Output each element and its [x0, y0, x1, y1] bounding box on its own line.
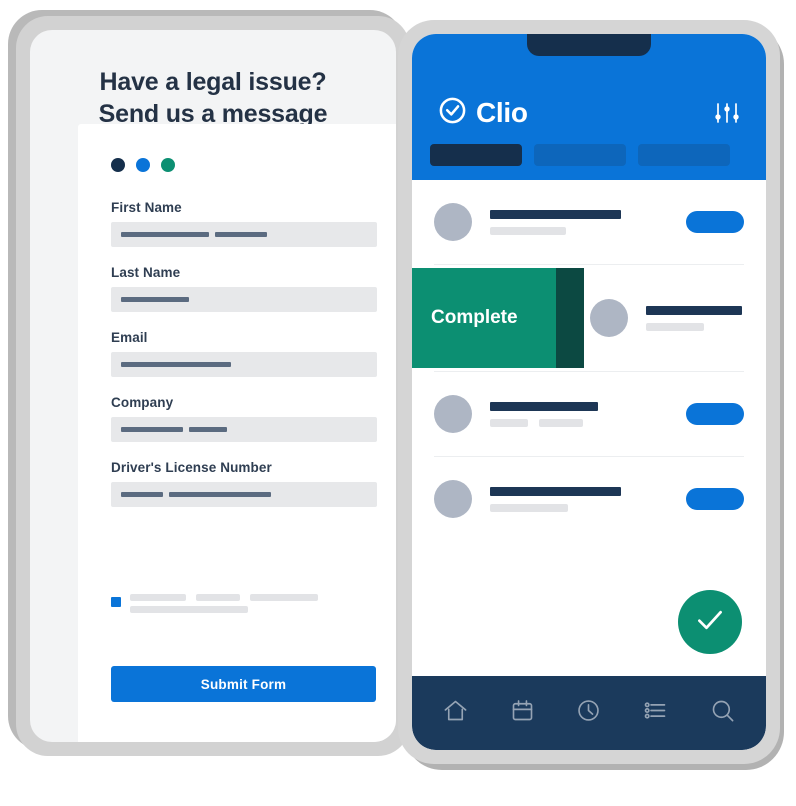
- header-tabs: [430, 144, 730, 166]
- consent-text-line: [130, 606, 318, 613]
- search-icon: [712, 700, 734, 722]
- page-title-line-1: Have a legal issue?: [99, 68, 327, 96]
- complete-fab-button[interactable]: [678, 590, 742, 654]
- text-placeholder-bar: [250, 594, 318, 601]
- list-item-text: [490, 486, 686, 512]
- list-item-subtitle-bar: [490, 503, 568, 512]
- marketing-device-mockup: Have a legal issue? Send us a message Fi…: [0, 0, 796, 806]
- swipe-complete-action[interactable]: Complete: [412, 268, 584, 368]
- list-item-subtitle: [646, 322, 766, 331]
- tab-primary[interactable]: [430, 144, 522, 166]
- list-item-subtitle: [490, 226, 686, 235]
- field-input[interactable]: [111, 482, 377, 507]
- tablet-screen: Have a legal issue? Send us a message Fi…: [30, 30, 396, 742]
- consent-text: [130, 594, 318, 613]
- field-input[interactable]: [111, 287, 377, 312]
- dot-navy: [111, 158, 125, 172]
- list-item-action-pill[interactable]: [686, 488, 744, 510]
- list-item-text: [646, 305, 766, 331]
- list-item-1[interactable]: [412, 180, 766, 264]
- consent-checkbox-row[interactable]: [111, 594, 373, 613]
- form-field: Company: [111, 395, 377, 442]
- list-item-title-bar: [490, 209, 621, 219]
- sliders-icon[interactable]: [714, 102, 740, 129]
- status-dots: [111, 158, 175, 172]
- list-item-text: [490, 209, 686, 235]
- list-item-2-swiped[interactable]: Complete: [412, 265, 766, 371]
- tab-secondary[interactable]: [534, 144, 626, 166]
- app-logo: Clio: [438, 96, 528, 130]
- field-input[interactable]: [111, 352, 377, 377]
- avatar: [434, 480, 472, 518]
- form-field: Driver's License Number: [111, 460, 377, 507]
- consent-text-line: [130, 594, 318, 601]
- field-label: Email: [111, 330, 148, 345]
- checkmark-icon: [693, 603, 727, 642]
- list-item-subtitle: [490, 418, 686, 427]
- field-input[interactable]: [111, 222, 377, 247]
- avatar: [434, 203, 472, 241]
- swipe-action-label: Complete: [431, 307, 518, 328]
- field-label: First Name: [111, 200, 182, 215]
- app-name: Clio: [476, 97, 528, 128]
- nav-search[interactable]: [709, 697, 736, 729]
- text-placeholder-bar: [130, 594, 186, 601]
- form-fields: First Name Last Name Email Company Driver's …: [111, 200, 377, 525]
- nav-tasks[interactable]: [642, 697, 669, 729]
- avatar: [434, 395, 472, 433]
- field-label: Driver's License Number: [111, 460, 272, 475]
- list-item-subtitle: [490, 503, 686, 512]
- field-label: Last Name: [111, 265, 181, 280]
- contact-form-card: First Name Last Name Email Company Driver's …: [78, 124, 396, 742]
- check-circle-icon: [438, 96, 467, 130]
- phone-notch: [527, 34, 651, 56]
- avatar: [590, 299, 628, 337]
- form-field: Email: [111, 330, 377, 377]
- list-item-subtitle-bar: [490, 226, 566, 235]
- text-placeholder-bar: [196, 594, 240, 601]
- list-item-4[interactable]: [412, 457, 766, 541]
- bottom-navigation: [412, 676, 766, 750]
- field-value-bar: [121, 232, 209, 237]
- dot-blue: [136, 158, 150, 172]
- consent-checkbox[interactable]: [111, 597, 121, 607]
- list-item-title-bar: [490, 401, 598, 411]
- submit-form-button[interactable]: Submit Form: [111, 666, 376, 702]
- list-icon: [644, 702, 666, 719]
- field-value-bar: [121, 362, 231, 367]
- phone-screen: Clio Complete: [412, 34, 766, 750]
- matter-list: Complete: [412, 180, 766, 541]
- field-label: Company: [111, 395, 174, 410]
- field-value-bar: [169, 492, 271, 497]
- list-item-subtitle-bar: [646, 322, 704, 331]
- list-item-action-pill[interactable]: [686, 211, 744, 233]
- dot-green: [161, 158, 175, 172]
- text-placeholder-bar: [130, 606, 248, 613]
- list-item-subtitle-bar: [490, 418, 528, 427]
- nav-home[interactable]: [442, 697, 469, 729]
- home-icon: [444, 700, 467, 721]
- nav-calendar[interactable]: [509, 697, 536, 729]
- list-item-title-bar: [646, 305, 742, 315]
- field-value-bar: [121, 427, 183, 432]
- list-item-title-bar: [490, 486, 621, 496]
- form-field: First Name: [111, 200, 377, 247]
- page-title: Have a legal issue? Send us a message: [30, 66, 396, 130]
- form-field: Last Name: [111, 265, 377, 312]
- field-value-bar: [189, 427, 227, 432]
- field-input[interactable]: [111, 417, 377, 442]
- list-item-action-pill[interactable]: [686, 403, 744, 425]
- field-value-bar: [121, 492, 163, 497]
- nav-time[interactable]: [575, 697, 602, 729]
- field-value-bar: [121, 297, 189, 302]
- list-item-3[interactable]: [412, 372, 766, 456]
- list-item-subtitle-bar: [539, 418, 583, 427]
- tab-tertiary[interactable]: [638, 144, 730, 166]
- list-item-text: [490, 401, 686, 427]
- field-value-bar: [215, 232, 267, 237]
- calendar-icon: [512, 700, 533, 721]
- clock-icon: [578, 700, 600, 721]
